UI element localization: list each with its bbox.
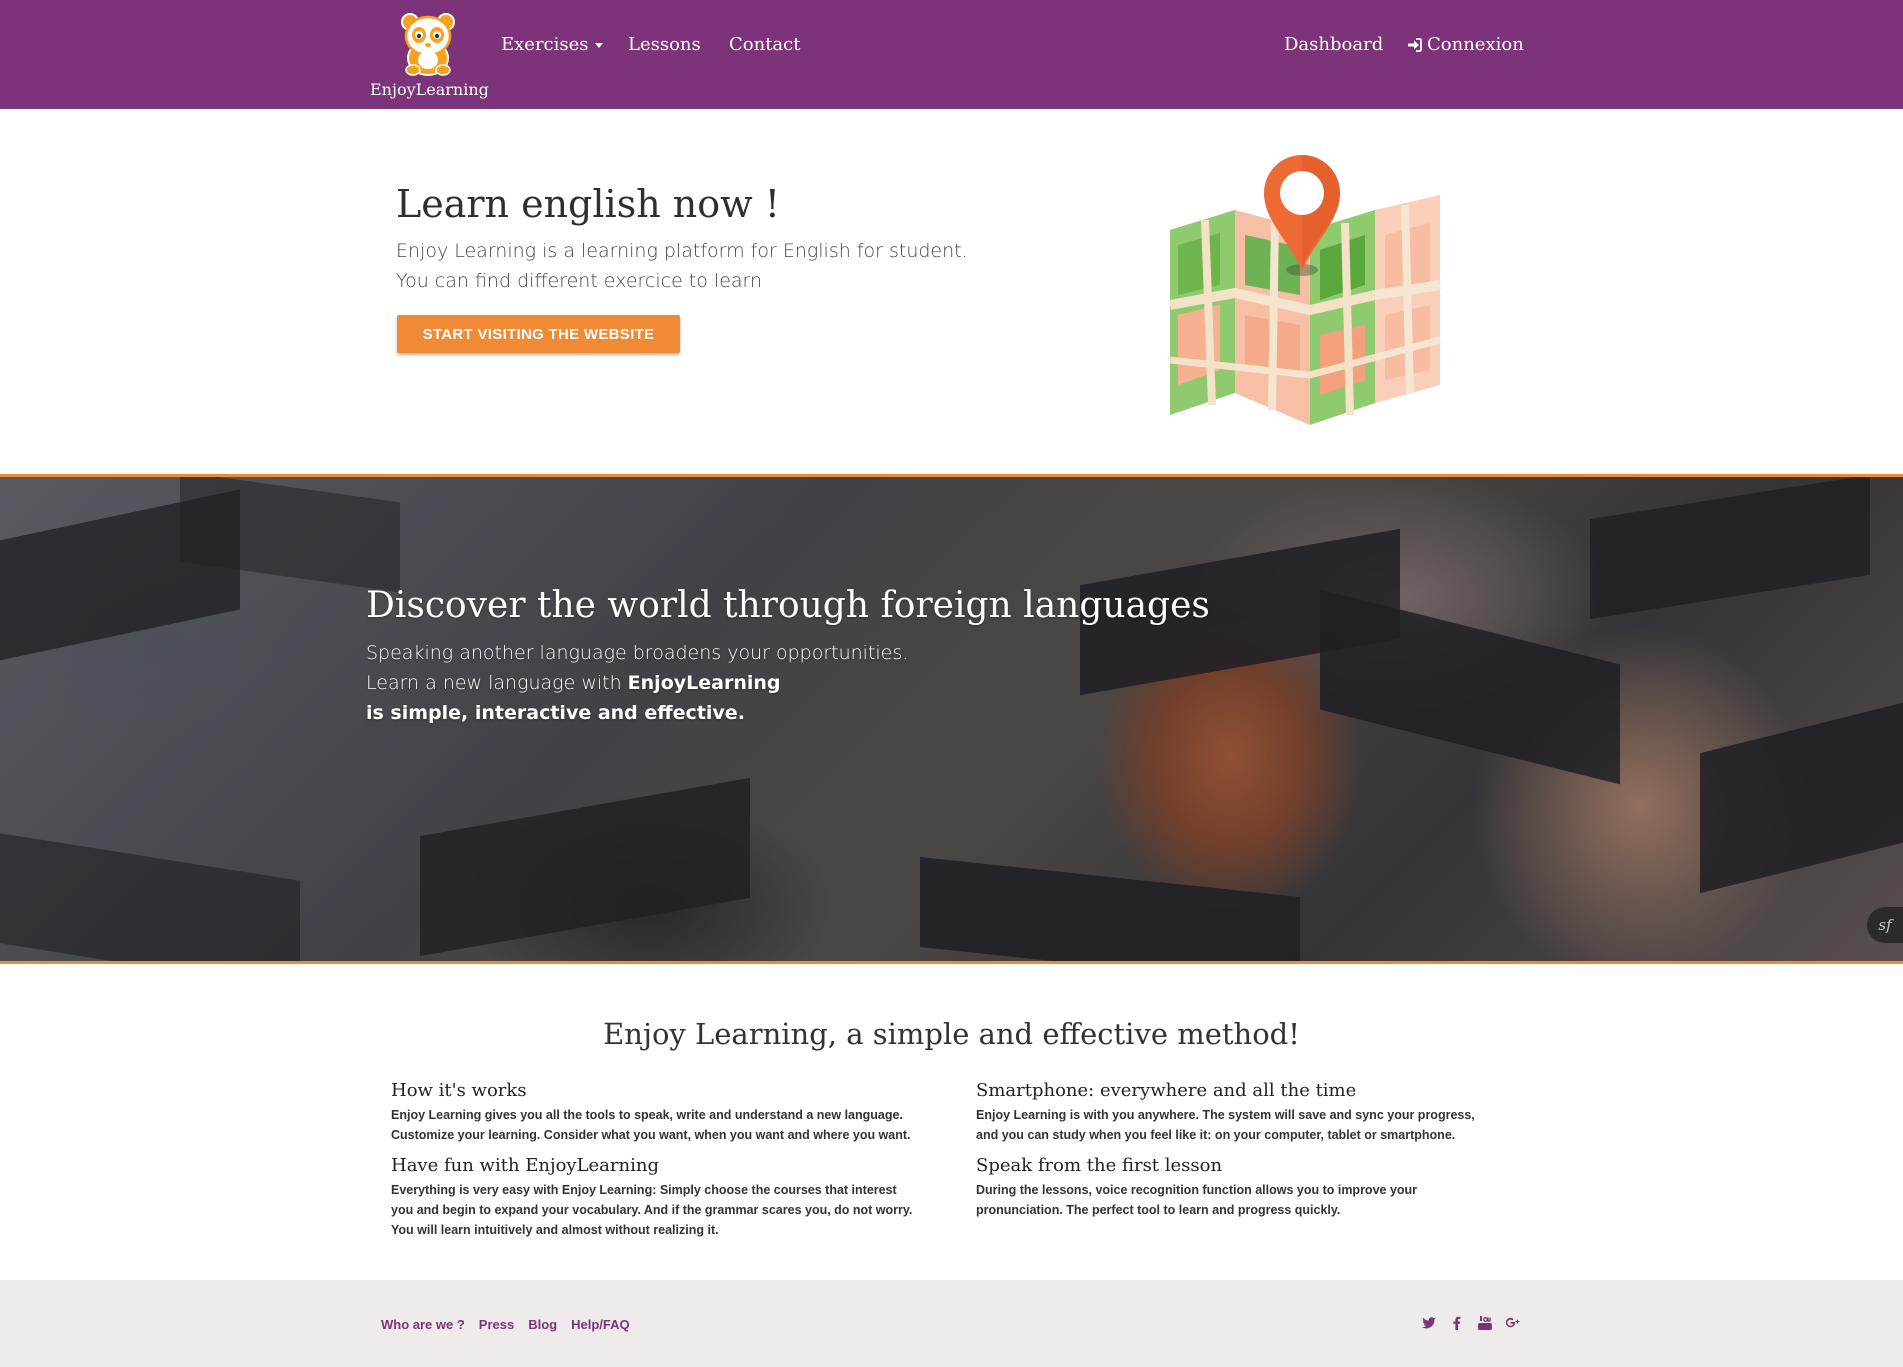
panda-mascot-logo-icon — [401, 13, 455, 76]
footer-link-help-faq[interactable]: Help/FAQ — [571, 1317, 630, 1332]
feature-text-line: Enjoy Learning is with you anywhere. The… — [976, 1108, 1475, 1122]
nav-exercises-dropdown[interactable]: Exercises — [501, 30, 603, 60]
feature-text-line: Enjoy Learning gives you all the tools t… — [391, 1108, 903, 1122]
start-visiting-button[interactable]: START VISITING THE WEBSITE — [397, 315, 680, 353]
banner-brand-name: EnjoyLearning — [627, 672, 781, 694]
map-pin-illustration-icon — [1169, 155, 1441, 425]
feature-text-line: and you can study when you feel like it:… — [976, 1128, 1456, 1142]
symfony-toolbar-badge[interactable]: sf — [1867, 907, 1903, 943]
banner-line-2-prefix: Learn a new language with — [366, 672, 628, 694]
hero-title: Learn english now ! — [396, 182, 780, 226]
features-section: Enjoy Learning, a simple and effective m… — [0, 964, 1903, 1280]
feature-text: Enjoy Learning gives you all the tools t… — [391, 1105, 951, 1145]
banner-title: Discover the world through foreign langu… — [366, 585, 1210, 626]
feature-text-line: you and begin to expand your vocabulary.… — [391, 1203, 913, 1217]
nav-lessons-link[interactable]: Lessons — [628, 30, 701, 60]
facebook-icon[interactable] — [1449, 1315, 1465, 1331]
banner-text-line-2: Learn a new language with EnjoyLearning — [366, 668, 908, 698]
hero-description: Enjoy Learning is a learning platform fo… — [396, 236, 968, 296]
feature-text-line: Everything is very easy with Enjoy Learn… — [391, 1183, 897, 1197]
footer-link-who-are-we[interactable]: Who are we ? — [381, 1317, 465, 1332]
feature-text-line: You will learn intuitively and almost wi… — [391, 1223, 719, 1237]
banner-line-3-text: is simple, interactive and effective. — [366, 702, 745, 724]
feature-heading: How it's works — [391, 1080, 527, 1101]
brand-name: EnjoyLearning — [370, 80, 489, 99]
feature-text-line: Customize your learning. Consider what y… — [391, 1128, 911, 1142]
feature-text: Enjoy Learning is with you anywhere. The… — [976, 1105, 1536, 1145]
hero-section: Learn english now ! Enjoy Learning is a … — [0, 109, 1903, 474]
social-links — [1421, 1315, 1521, 1331]
nav-connexion-label: Connexion — [1427, 34, 1524, 55]
feature-have-fun: Have fun with EnjoyLearning Everything i… — [391, 1154, 951, 1240]
caret-down-icon — [594, 42, 603, 48]
banner-description: Speaking another language broadens your … — [366, 638, 908, 728]
feature-speak-first-lesson: Speak from the first lesson During the l… — [976, 1154, 1536, 1220]
feature-text-line: During the lessons, voice recognition fu… — [976, 1183, 1418, 1197]
feature-text: During the lessons, voice recognition fu… — [976, 1180, 1536, 1220]
feature-smartphone: Smartphone: everywhere and all the time … — [976, 1079, 1536, 1145]
nav-contact-link[interactable]: Contact — [729, 30, 800, 60]
nav-exercises-label: Exercises — [501, 34, 589, 55]
footer: Who are we ? Press Blog Help/FAQ — [0, 1280, 1903, 1367]
feature-heading: Smartphone: everywhere and all the time — [976, 1080, 1357, 1101]
feature-text: Everything is very easy with Enjoy Learn… — [391, 1180, 951, 1240]
feature-how-it-works: How it's works Enjoy Learning gives you … — [391, 1079, 951, 1145]
hero-text-line-2: You can find different exercice to learn — [396, 270, 763, 292]
footer-link-press[interactable]: Press — [479, 1317, 514, 1332]
banner-overlay — [0, 477, 1903, 961]
feature-text-line: pronunciation. The perfect tool to learn… — [976, 1203, 1341, 1217]
navbar: EnjoyLearning Exercises Lessons Contact … — [0, 0, 1903, 109]
banner-text-line-1: Speaking another language broadens your … — [366, 642, 909, 664]
banner-text-line-3: is simple, interactive and effective. — [366, 698, 908, 728]
footer-links: Who are we ? Press Blog Help/FAQ — [381, 1317, 630, 1332]
features-title: Enjoy Learning, a simple and effective m… — [603, 1017, 1300, 1051]
youtube-icon[interactable] — [1477, 1315, 1493, 1331]
footer-link-blog[interactable]: Blog — [528, 1317, 557, 1332]
nav-connexion-link[interactable]: Connexion — [1407, 30, 1524, 60]
nav-dashboard-link[interactable]: Dashboard — [1284, 30, 1383, 60]
brand-home-link[interactable]: EnjoyLearning — [370, 8, 489, 99]
hero-text-line-1: Enjoy Learning is a learning platform fo… — [396, 240, 968, 262]
feature-heading: Speak from the first lesson — [976, 1155, 1223, 1176]
google-plus-icon[interactable] — [1505, 1315, 1521, 1331]
discover-banner: Discover the world through foreign langu… — [0, 474, 1903, 964]
sign-in-icon — [1408, 38, 1422, 52]
twitter-icon[interactable] — [1421, 1315, 1437, 1331]
feature-heading: Have fun with EnjoyLearning — [391, 1155, 659, 1176]
